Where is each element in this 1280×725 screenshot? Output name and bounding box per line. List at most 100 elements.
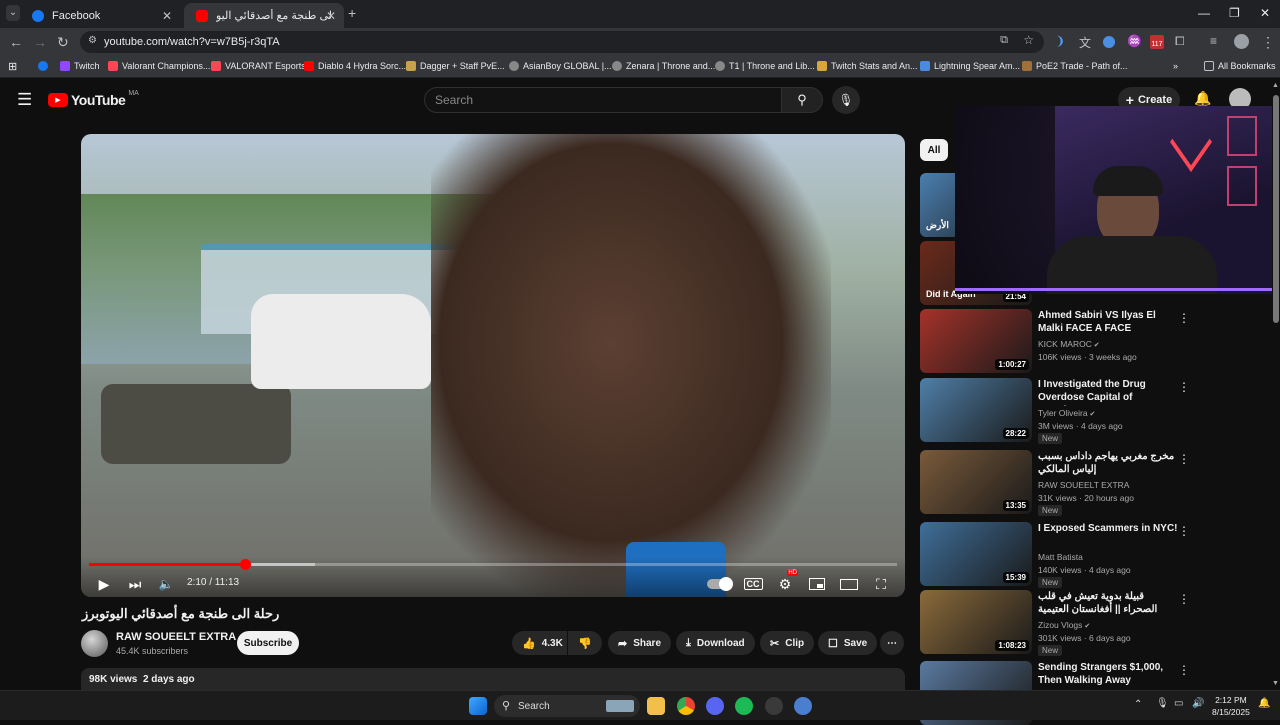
recommendation-thumbnail[interactable]: 13:35: [920, 450, 1032, 514]
close-tab-icon[interactable]: ✕: [162, 9, 172, 23]
bookmark-valorant-champions[interactable]: Valorant Champions...: [108, 61, 210, 71]
recommendation-card[interactable]: 28:22 I Investigated the Drug Overdose Ca…: [920, 378, 1250, 444]
recommendation-channel[interactable]: KICK MAROC ✔: [1038, 339, 1100, 349]
close-window-icon[interactable]: ✕: [1260, 6, 1270, 20]
recommendation-channel[interactable]: Zizou Vlogs ✔: [1038, 620, 1090, 630]
scrubber-handle[interactable]: [239, 559, 251, 570]
bookmark-twitch-stats[interactable]: Twitch Stats and An...: [817, 61, 918, 71]
bookmark-diablo[interactable]: Diablo 4 Hydra Sorc...: [304, 61, 406, 71]
chip-all[interactable]: All: [920, 139, 948, 161]
forward-icon[interactable]: →: [33, 34, 47, 50]
recommendation-title[interactable]: Sending Strangers $1,000, Then Walking A…: [1038, 661, 1178, 687]
recommendation-thumbnail[interactable]: 1:00:27: [920, 309, 1032, 373]
next-icon[interactable]: ⏭: [124, 574, 146, 594]
save-button[interactable]: ☐ Save: [818, 631, 878, 655]
bookmark-t1[interactable]: T1 | Throne and Lib...: [715, 61, 815, 71]
settings-gear-icon[interactable]: ⚙ HD: [774, 570, 798, 594]
like-button[interactable]: 👍 4.3K: [512, 631, 567, 655]
recommendation-title[interactable]: I Exposed Scammers in NYC!: [1038, 522, 1178, 535]
menu-kebab-icon[interactable]: ⋮: [1261, 34, 1275, 51]
scrollbar-thumb[interactable]: [1273, 95, 1279, 323]
volume-icon[interactable]: 🔈: [155, 574, 177, 594]
notifications-bell-icon[interactable]: 🔔: [1194, 90, 1211, 107]
app-icon[interactable]: [765, 697, 783, 715]
channel-avatar[interactable]: [81, 630, 108, 657]
recommendation-title[interactable]: قبيلة بدوية تعيش في قلب الصحراء || أفغان…: [1038, 590, 1178, 616]
bookmark-dagger-staff[interactable]: Dagger + Staff PvE...: [406, 61, 505, 71]
subscribe-button[interactable]: Subscribe: [237, 631, 299, 655]
subtitles-icon[interactable]: CC: [742, 574, 764, 594]
url-bar[interactable]: ⚙ youtube.com/watch?v=w7B5j-r3qTA ⧉ ☆: [80, 31, 1044, 53]
tab-search-icon[interactable]: ⌄: [6, 5, 20, 21]
recommendation-card[interactable]: 15:39 I Exposed Scammers in NYC! ⋮ Matt Bat…: [920, 522, 1250, 588]
app-globe-icon[interactable]: [794, 697, 812, 715]
more-options-icon[interactable]: ⋮: [1178, 524, 1190, 538]
download-button[interactable]: ⤓ Download: [676, 631, 755, 655]
search-input[interactable]: Search: [424, 87, 782, 113]
voice-search-button[interactable]: 🎙: [832, 86, 860, 114]
bookmark-twitch[interactable]: Twitch: [60, 61, 100, 71]
chrome-icon[interactable]: [677, 697, 695, 715]
windows-start-icon[interactable]: [469, 697, 487, 715]
all-bookmarks[interactable]: All Bookmarks: [1204, 61, 1276, 71]
recommendation-thumbnail[interactable]: 1:08:23: [920, 590, 1032, 654]
bookmark-valorant-esports[interactable]: VALORANT Esports: [211, 61, 306, 71]
extension-badge-icon[interactable]: 117: [1150, 35, 1164, 49]
scroll-down-icon[interactable]: ▼: [1272, 680, 1279, 687]
cast-icon[interactable]: ⧉: [1000, 34, 1008, 47]
bookmark-poe2-trade[interactable]: PoE2 Trade - Path of...: [1022, 61, 1128, 71]
recommendation-card[interactable]: 1:08:23 قبيلة بدوية تعيش في قلب الصحراء |…: [920, 590, 1250, 656]
scroll-up-icon[interactable]: ▲: [1272, 82, 1279, 89]
recommendation-card[interactable]: 1:00:27 Ahmed Sabiri VS Ilyas El Malki FA…: [920, 309, 1250, 373]
bookmark-star-icon[interactable]: ☆: [1023, 33, 1034, 47]
taskbar-search[interactable]: ⚲ Search: [494, 695, 640, 717]
restore-icon[interactable]: ❐: [1229, 6, 1240, 20]
back-icon[interactable]: ←: [9, 34, 23, 50]
channel-name[interactable]: RAW SOUEELT EXTRA: [116, 631, 236, 643]
close-tab-icon[interactable]: ✕: [326, 9, 336, 23]
extension-icon[interactable]: ❩: [1055, 34, 1065, 48]
new-tab-icon[interactable]: +: [348, 5, 356, 21]
more-actions-button[interactable]: ⋯: [880, 631, 904, 655]
recommendation-title[interactable]: Ahmed Sabiri VS Ilyas El Malki FACE A FA…: [1038, 309, 1178, 335]
minimize-icon[interactable]: —: [1198, 6, 1210, 20]
bookmark-facebook[interactable]: [38, 61, 52, 71]
taskbar-clock[interactable]: 2:12 PM 8/15/2025: [1212, 694, 1250, 718]
more-options-icon[interactable]: ⋮: [1178, 592, 1190, 606]
more-options-icon[interactable]: ⋮: [1178, 311, 1190, 325]
extension-twitch-icon[interactable]: ♒: [1127, 34, 1142, 48]
notification-icon[interactable]: 🔔: [1258, 698, 1270, 709]
profile-avatar[interactable]: [1234, 34, 1249, 49]
miniplayer-icon[interactable]: [806, 574, 828, 594]
more-options-icon[interactable]: ⋮: [1178, 452, 1190, 466]
bookmark-lightning-spear[interactable]: Lightning Spear Am...: [920, 61, 1020, 71]
bookmark-zenara[interactable]: Zenara | Throne and...: [612, 61, 715, 71]
autoplay-toggle[interactable]: [705, 574, 733, 594]
more-options-icon[interactable]: ⋮: [1178, 663, 1190, 677]
more-bookmarks-icon[interactable]: »: [1173, 61, 1178, 71]
clip-button[interactable]: ✂ Clip: [760, 631, 815, 655]
progress-bar[interactable]: [89, 559, 897, 570]
reload-icon[interactable]: ↻: [57, 34, 69, 51]
more-options-icon[interactable]: ⋮: [1178, 380, 1190, 394]
video-player[interactable]: ▶ ⏭ 🔈 2:10 / 11:13 CC ⚙ HD ⛶: [81, 134, 905, 597]
recommendation-channel[interactable]: RAW SOUEELT EXTRA: [1038, 480, 1129, 490]
tray-chevron-icon[interactable]: ⌃: [1134, 699, 1142, 710]
share-button[interactable]: ➦ Share: [608, 631, 672, 655]
translate-icon[interactable]: 文: [1079, 34, 1091, 51]
dislike-button[interactable]: 👎: [568, 631, 602, 655]
tray-volume-icon[interactable]: 🔊: [1192, 698, 1204, 709]
tray-network-icon[interactable]: ▭: [1174, 698, 1183, 709]
bookmark-asianboy[interactable]: AsianBoy GLOBAL |...: [509, 61, 612, 71]
apps-grid-icon[interactable]: ⊞: [8, 60, 17, 73]
description-box[interactable]: 98K views 2 days ago: [81, 668, 905, 692]
recommendation-channel[interactable]: Tyler Oliveira ✔: [1038, 408, 1095, 418]
extension-circle-icon[interactable]: [1103, 36, 1115, 48]
tab-youtube[interactable]: رحلة الى طنجة مع أصدقائي اليو ✕: [184, 3, 344, 28]
hamburger-menu-icon[interactable]: ☰: [17, 90, 32, 110]
youtube-logo[interactable]: ▶ YouTube MA: [48, 90, 139, 108]
file-explorer-icon[interactable]: [647, 697, 665, 715]
reading-list-icon[interactable]: ≡: [1210, 34, 1217, 48]
tray-mic-icon[interactable]: 🎙: [1156, 698, 1169, 709]
extensions-puzzle-icon[interactable]: ⧠: [1175, 34, 1185, 49]
